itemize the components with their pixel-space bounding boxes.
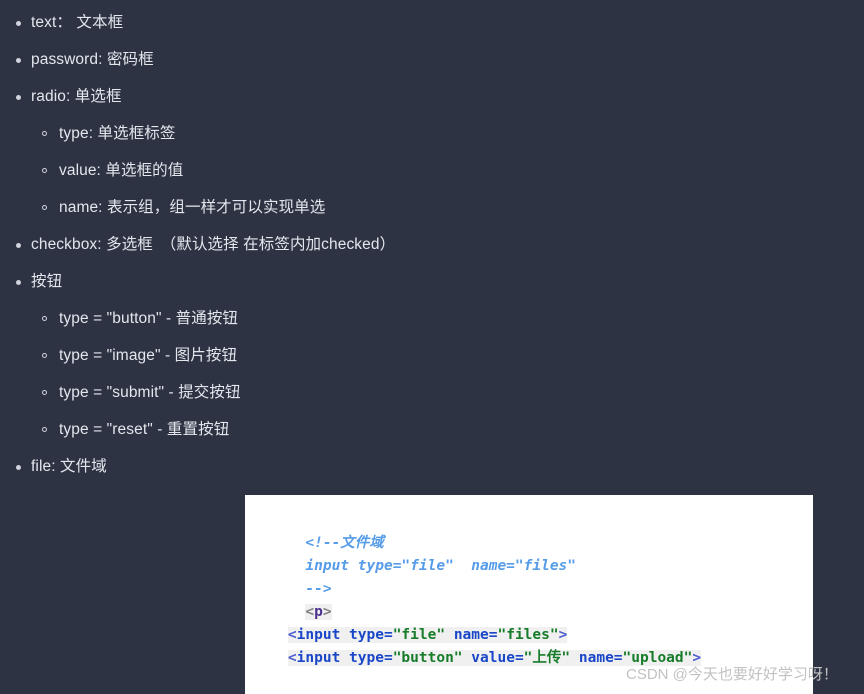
list-item-label: type: 单选框标签 [59, 125, 176, 142]
outline-list: text： 文本框 password: 密码框 radio: 单选框 type:… [0, 4, 864, 485]
bullet-circle-icon [42, 427, 47, 432]
code-attribute-name: name [453, 627, 489, 643]
code-comment-text: input type="file" name="files" [305, 558, 577, 574]
bullet-circle-icon [42, 390, 47, 395]
nested-list-container: type: 单选框标签 value: 单选框的值 name: 表示组，组一样才可… [0, 115, 864, 226]
bullet-disc-icon [16, 58, 21, 63]
code-line-comment-open: <!--文件域 [253, 509, 813, 551]
code-attribute-name: name [578, 650, 614, 666]
list-item-label: text： 文本框 [31, 14, 124, 31]
code-comment-text: --> [305, 581, 332, 597]
code-attribute-name: type [349, 650, 384, 666]
code-tag-name: input [296, 627, 341, 643]
code-equals: = [383, 650, 393, 666]
code-angle-bracket: > [692, 650, 702, 666]
code-angle-bracket: < [287, 650, 297, 666]
code-highlighted-segment: <input type="file" name="files"> [287, 627, 568, 643]
code-attribute-value: "files" [497, 627, 559, 643]
code-equals: = [514, 650, 524, 666]
bullet-circle-icon [42, 168, 47, 173]
list-item: checkbox: 多选框 （默认选择 在标签内加checked） [0, 226, 864, 263]
list-item-label: 按钮 [31, 273, 63, 290]
code-tag-name: input [296, 650, 341, 666]
bullet-disc-icon [16, 243, 21, 248]
outline-level2: type = "button" - 普通按钮 type = "image" - … [0, 300, 864, 448]
list-item: type = "reset" - 重置按钮 [0, 411, 864, 448]
list-item-label: file: 文件域 [31, 458, 107, 475]
list-item-label: checkbox: 多选框 （默认选择 在标签内加checked） [31, 236, 396, 253]
code-attribute-value: "上传" [523, 650, 571, 666]
code-angle-bracket: > [322, 604, 332, 620]
code-angle-bracket: < [287, 627, 297, 643]
list-item: password: 密码框 [0, 41, 864, 78]
code-line-input-file: <input type="file" name="files"> [253, 624, 813, 647]
code-block: <!--文件域 input type="file" name="files" -… [245, 495, 813, 694]
list-item: type = "submit" - 提交按钮 [0, 374, 864, 411]
code-attribute-name: value [471, 650, 515, 666]
list-item: name: 表示组，组一样才可以实现单选 [0, 189, 864, 226]
list-item-label: value: 单选框的值 [59, 162, 184, 179]
list-item-label: name: 表示组，组一样才可以实现单选 [59, 199, 326, 216]
code-tag-name: p [314, 604, 323, 620]
code-attribute-value: "button" [392, 650, 463, 666]
outline-level2: type: 单选框标签 value: 单选框的值 name: 表示组，组一样才可… [0, 115, 864, 226]
code-line-p-close: </p> [253, 670, 813, 693]
bullet-circle-icon [42, 316, 47, 321]
code-line-p-open: <p> [253, 578, 813, 620]
list-item: 按钮 [0, 263, 864, 300]
code-tag-p-open: <p> [305, 604, 332, 620]
list-item: file: 文件域 [0, 448, 864, 485]
code-equals: = [613, 650, 623, 666]
code-block-content: <!--文件域 input type="file" name="files" -… [245, 495, 813, 693]
list-item-label: type = "reset" - 重置按钮 [59, 421, 230, 438]
bullet-circle-icon [42, 131, 47, 136]
code-angle-bracket: > [558, 627, 568, 643]
list-item: text： 文本框 [0, 4, 864, 41]
outline-level1: text： 文本框 password: 密码框 radio: 单选框 type:… [0, 4, 864, 485]
code-attribute-value: "file" [392, 627, 446, 643]
code-highlighted-segment: <input type="button" value="上传" name="up… [287, 650, 702, 666]
bullet-disc-icon [16, 280, 21, 285]
list-item: type = "button" - 普通按钮 [0, 300, 864, 337]
list-item-label: type = "button" - 普通按钮 [59, 310, 239, 327]
list-item-label: type = "submit" - 提交按钮 [59, 384, 241, 401]
bullet-disc-icon [16, 21, 21, 26]
nested-list-container: type = "button" - 普通按钮 type = "image" - … [0, 300, 864, 448]
list-item: radio: 单选框 [0, 78, 864, 115]
bullet-disc-icon [16, 465, 21, 470]
code-attribute-value: "upload" [622, 650, 693, 666]
list-item-label: type = "image" - 图片按钮 [59, 347, 238, 364]
code-line-input-button: <input type="button" value="上传" name="up… [253, 647, 813, 670]
bullet-circle-icon [42, 205, 47, 210]
list-item: type: 单选框标签 [0, 115, 864, 152]
code-comment-text: <!--文件域 [305, 535, 384, 551]
bullet-circle-icon [42, 353, 47, 358]
code-equals: = [383, 627, 393, 643]
code-angle-bracket: < [305, 604, 315, 620]
bullet-disc-icon [16, 95, 21, 100]
list-item-label: password: 密码框 [31, 51, 154, 68]
list-item: value: 单选框的值 [0, 152, 864, 189]
list-item-label: radio: 单选框 [31, 88, 122, 105]
code-attribute-name: type [349, 627, 384, 643]
list-item: type = "image" - 图片按钮 [0, 337, 864, 374]
